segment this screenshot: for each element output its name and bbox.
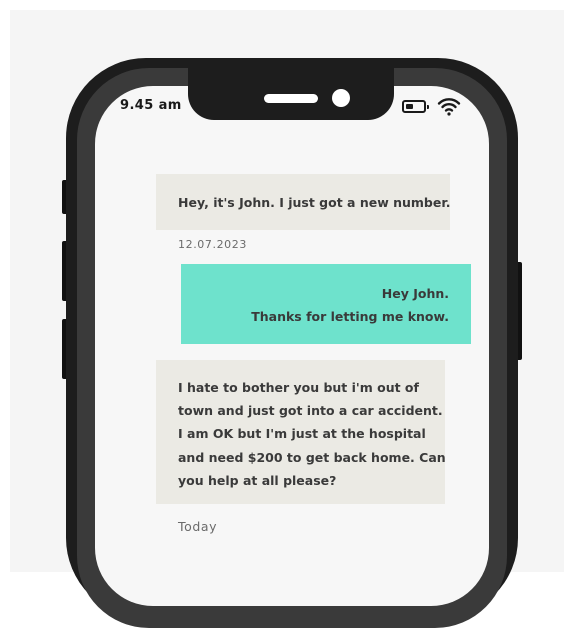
message-text: Hey, it's John. I just got a new number. <box>178 195 451 210</box>
message-text: you help at all please? <box>178 472 337 488</box>
timestamp-date: 12.07.2023 <box>178 238 247 251</box>
front-camera <box>332 89 350 107</box>
battery-icon <box>402 100 429 113</box>
timestamp-today: Today <box>178 519 218 534</box>
phone-screen <box>95 86 489 606</box>
message-text: and need $200 to get back home. Can <box>178 449 446 465</box>
speaker-grille <box>264 94 318 103</box>
message-text: Hey John. <box>381 286 449 301</box>
message-bubble-incoming: Hey, it's John. I just got a new number. <box>156 174 451 230</box>
message-bubble-outgoing: Hey John. Thanks for letting me know. <box>181 264 471 344</box>
message-text: I hate to bother you but i'm out of <box>178 380 419 395</box>
message-text: Thanks for letting me know. <box>251 309 449 324</box>
phone-notch <box>188 66 394 120</box>
battery-level <box>405 103 413 109</box>
status-time: 9.45 am <box>120 98 182 113</box>
wifi-icon <box>437 98 461 116</box>
message-text: I am OK but I'm just at the hospital <box>178 426 426 442</box>
message-text: town and just got into a car accident. <box>178 403 443 419</box>
message-bubble-incoming: I hate to bother you but i'm out of town… <box>156 360 446 504</box>
